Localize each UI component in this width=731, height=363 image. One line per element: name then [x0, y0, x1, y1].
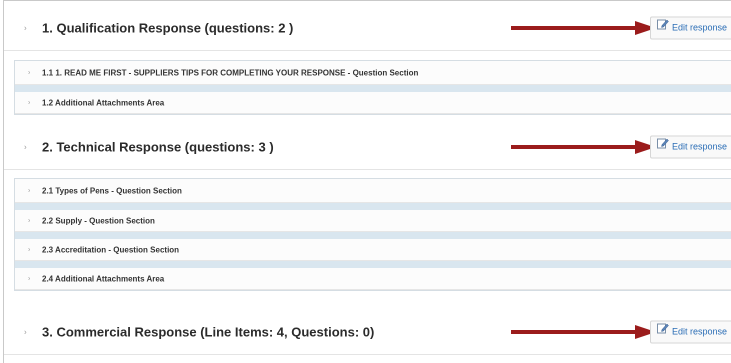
caret-right-icon: › — [28, 217, 31, 224]
divider — [15, 203, 731, 210]
list-item[interactable]: › 1.2 Additional Attachments Area — [15, 92, 731, 114]
section-title: 3. Commercial Response (Line Items: 4, Q… — [42, 324, 375, 339]
edit-icon — [657, 320, 669, 341]
caret-right-icon: › — [28, 99, 31, 106]
list-item[interactable]: › 2.2 Supply - Question Section — [15, 210, 731, 232]
section-items-technical: › 2.1 Types of Pens - Question Section ›… — [14, 178, 731, 291]
edit-icon — [657, 135, 669, 156]
section-header-qualification[interactable]: › 1. Qualification Response (questions: … — [4, 5, 731, 51]
list-item[interactable]: › 2.3 Accreditation - Question Section — [15, 239, 731, 261]
item-label: 2.4 Additional Attachments Area — [42, 274, 165, 283]
item-label: 2.2 Supply - Question Section — [42, 216, 155, 225]
edit-response-button[interactable]: Edit response — [650, 135, 731, 158]
list-item[interactable]: › 2.1 Types of Pens - Question Section — [15, 179, 731, 203]
caret-right-icon: › — [28, 275, 31, 282]
item-label: 1.2 Additional Attachments Area — [42, 98, 165, 107]
section-items-qualification: › 1.1 1. READ ME FIRST - SUPPLIERS TIPS … — [14, 60, 731, 115]
list-item[interactable]: › 2.4 Additional Attachments Area — [15, 268, 731, 290]
edit-response-label: Edit response — [672, 141, 728, 151]
section-title: 1. Qualification Response (questions: 2 … — [42, 20, 294, 35]
edit-icon — [657, 16, 669, 37]
divider — [15, 232, 731, 239]
section-header-technical[interactable]: › 2. Technical Response (questions: 3 ) … — [4, 124, 731, 170]
caret-right-icon: › — [28, 246, 31, 253]
item-label: 2.3 Accreditation - Question Section — [42, 245, 180, 254]
caret-right-icon: › — [28, 69, 31, 76]
section-header-commercial[interactable]: › 3. Commercial Response (Line Items: 4,… — [4, 309, 731, 355]
red-arrow-annotation — [511, 20, 656, 35]
item-label: 1.1 1. READ ME FIRST - SUPPLIERS TIPS FO… — [42, 68, 419, 77]
edit-response-label: Edit response — [672, 22, 728, 32]
caret-right-icon[interactable]: › — [24, 327, 27, 336]
item-label: 2.1 Types of Pens - Question Section — [42, 186, 182, 195]
list-item[interactable]: › 1.1 1. READ ME FIRST - SUPPLIERS TIPS … — [15, 61, 731, 85]
edit-response-button[interactable]: Edit response — [650, 320, 731, 343]
red-arrow-annotation — [511, 324, 656, 339]
section-title: 2. Technical Response (questions: 3 ) — [42, 139, 274, 154]
caret-right-icon[interactable]: › — [24, 23, 27, 32]
caret-right-icon[interactable]: › — [24, 142, 27, 151]
divider — [15, 85, 731, 92]
edit-response-button[interactable]: Edit response — [650, 16, 731, 39]
edit-response-label: Edit response — [672, 326, 728, 336]
red-arrow-annotation — [511, 139, 656, 154]
caret-right-icon: › — [28, 187, 31, 194]
divider — [15, 261, 731, 268]
